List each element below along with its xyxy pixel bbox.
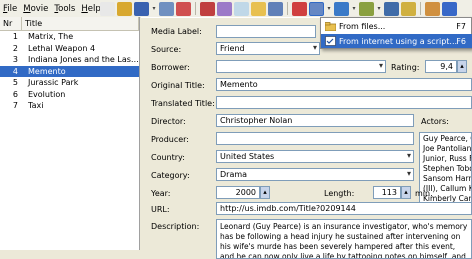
list-row[interactable]: 3 Indiana Jones and the Last...: [0, 54, 139, 66]
script-menu-icon[interactable]: [309, 1, 324, 16]
rating-spin[interactable]: ▴: [457, 60, 467, 73]
toolbar-separator: [420, 2, 421, 15]
translated-title-label: Translated Title:: [151, 99, 215, 108]
picture-icon[interactable]: [292, 1, 307, 16]
actors-label: Actors:: [421, 117, 449, 126]
source-combo[interactable]: Friend: [216, 42, 320, 55]
toolbar: ▾ ▾ ▾ ▾: [100, 0, 457, 17]
settings-icon[interactable]: [359, 1, 374, 16]
borrower-label: Borrower:: [151, 63, 190, 72]
year-label: Year:: [151, 189, 171, 198]
rating-label: Rating:: [391, 63, 420, 72]
list-row[interactable]: 5 Jurassic Park: [0, 77, 139, 89]
producer-label: Producer:: [151, 135, 190, 144]
column-header-nr[interactable]: Nr: [0, 17, 22, 30]
length-label: Length:: [324, 189, 355, 198]
import-icon[interactable]: [200, 1, 215, 16]
row-number: 6: [12, 89, 18, 99]
movie-list[interactable]: Nr Title 1 Matrix, The 2 Lethal Weapon 4 3 In…: [0, 17, 140, 250]
copy-icon[interactable]: [234, 1, 249, 16]
script-icon: [321, 34, 339, 48]
row-title: Jurassic Park: [28, 78, 79, 88]
new-icon[interactable]: [100, 1, 115, 16]
cut-icon[interactable]: [217, 1, 232, 16]
menu-item-label: From internet using a script...: [339, 36, 458, 46]
row-number: 2: [12, 43, 18, 53]
menu-tools[interactable]: Tools: [51, 4, 78, 14]
row-number: 5: [12, 78, 18, 88]
producer-field[interactable]: [216, 132, 414, 145]
column-header-title[interactable]: Title: [22, 17, 139, 30]
menu-item-shortcut: F7: [456, 21, 466, 31]
original-title-label: Original Title:: [151, 81, 205, 90]
year-spin[interactable]: ▴: [260, 186, 270, 199]
export-icon[interactable]: [176, 1, 191, 16]
category-label: Category:: [151, 171, 190, 180]
country-label: Country:: [151, 153, 185, 162]
row-number: 7: [12, 101, 18, 111]
length-field[interactable]: 113: [373, 186, 401, 199]
source-label: Source:: [151, 45, 182, 54]
description-label: Description:: [151, 222, 200, 231]
wrench-icon[interactable]: [425, 1, 440, 16]
list-header: Nr Title: [0, 17, 139, 31]
folder-icon: [321, 19, 339, 33]
borrower-combo[interactable]: [216, 60, 386, 73]
row-title: Memento: [28, 66, 66, 76]
row-title: Evolution: [28, 89, 66, 99]
year-field[interactable]: 2000: [216, 186, 260, 199]
web-icon[interactable]: [334, 1, 349, 16]
list-row[interactable]: 2 Lethal Weapon 4: [0, 43, 139, 55]
menu-item-shortcut: F6: [456, 36, 466, 46]
chevron-down-icon[interactable]: ▾: [151, 2, 157, 16]
movie-details-form: Media Label: Source: Friend Borrower: Ra…: [141, 17, 472, 259]
toolbar-separator: [287, 2, 288, 15]
menu-file[interactable]: File: [0, 4, 20, 14]
director-field[interactable]: Christopher Nolan: [216, 114, 414, 127]
menu-item-from-internet[interactable]: From internet using a script... F6: [321, 34, 472, 48]
menu-item-from-files[interactable]: From files... F7: [321, 19, 472, 33]
open-icon[interactable]: [117, 1, 132, 16]
menu-item-label: From files...: [339, 21, 386, 31]
row-number: 4: [12, 66, 18, 76]
url-label: URL:: [151, 205, 170, 214]
row-number: 3: [12, 55, 18, 65]
row-number: 1: [12, 32, 18, 42]
list-row[interactable]: 1 Matrix, The: [0, 31, 139, 43]
list-row[interactable]: 4 Memento: [0, 65, 139, 77]
statistics-icon[interactable]: [384, 1, 399, 16]
director-label: Director:: [151, 117, 186, 126]
row-title: Matrix, The: [28, 32, 74, 42]
media-label-field[interactable]: [216, 25, 316, 38]
original-title-field[interactable]: Memento: [216, 78, 472, 91]
media-label-label: Media Label:: [151, 27, 202, 36]
row-title: Lethal Weapon 4: [28, 43, 96, 53]
url-field[interactable]: http://us.imdb.com/Title?0209144: [216, 202, 472, 215]
script-popup-menu: From files... F7 From internet using a s…: [320, 17, 472, 49]
list-row[interactable]: 6 Evolution: [0, 89, 139, 101]
translated-title-field[interactable]: [216, 96, 472, 109]
options-icon[interactable]: [401, 1, 416, 16]
paste-icon[interactable]: [251, 1, 266, 16]
print-icon[interactable]: [159, 1, 174, 16]
list-row[interactable]: 7 Taxi: [0, 100, 139, 112]
help-icon[interactable]: [442, 1, 457, 16]
menu-movie[interactable]: Movie: [20, 4, 51, 14]
country-combo[interactable]: United States: [216, 150, 414, 163]
chevron-down-icon[interactable]: ▾: [351, 2, 357, 16]
find-icon[interactable]: [268, 1, 283, 16]
length-spin[interactable]: ▴: [401, 186, 411, 199]
chevron-down-icon[interactable]: ▾: [376, 2, 382, 16]
row-title: Indiana Jones and the Last...: [28, 55, 139, 65]
rating-field[interactable]: 9,4: [425, 60, 457, 73]
category-combo[interactable]: Drama: [216, 168, 414, 181]
chevron-down-icon[interactable]: ▾: [326, 2, 332, 16]
toolbar-separator: [195, 2, 196, 15]
description-field[interactable]: Leonard (Guy Pearce) is an insurance inv…: [216, 219, 472, 259]
save-icon[interactable]: [134, 1, 149, 16]
row-title: Taxi: [28, 101, 44, 111]
length-unit: min.: [415, 189, 433, 198]
